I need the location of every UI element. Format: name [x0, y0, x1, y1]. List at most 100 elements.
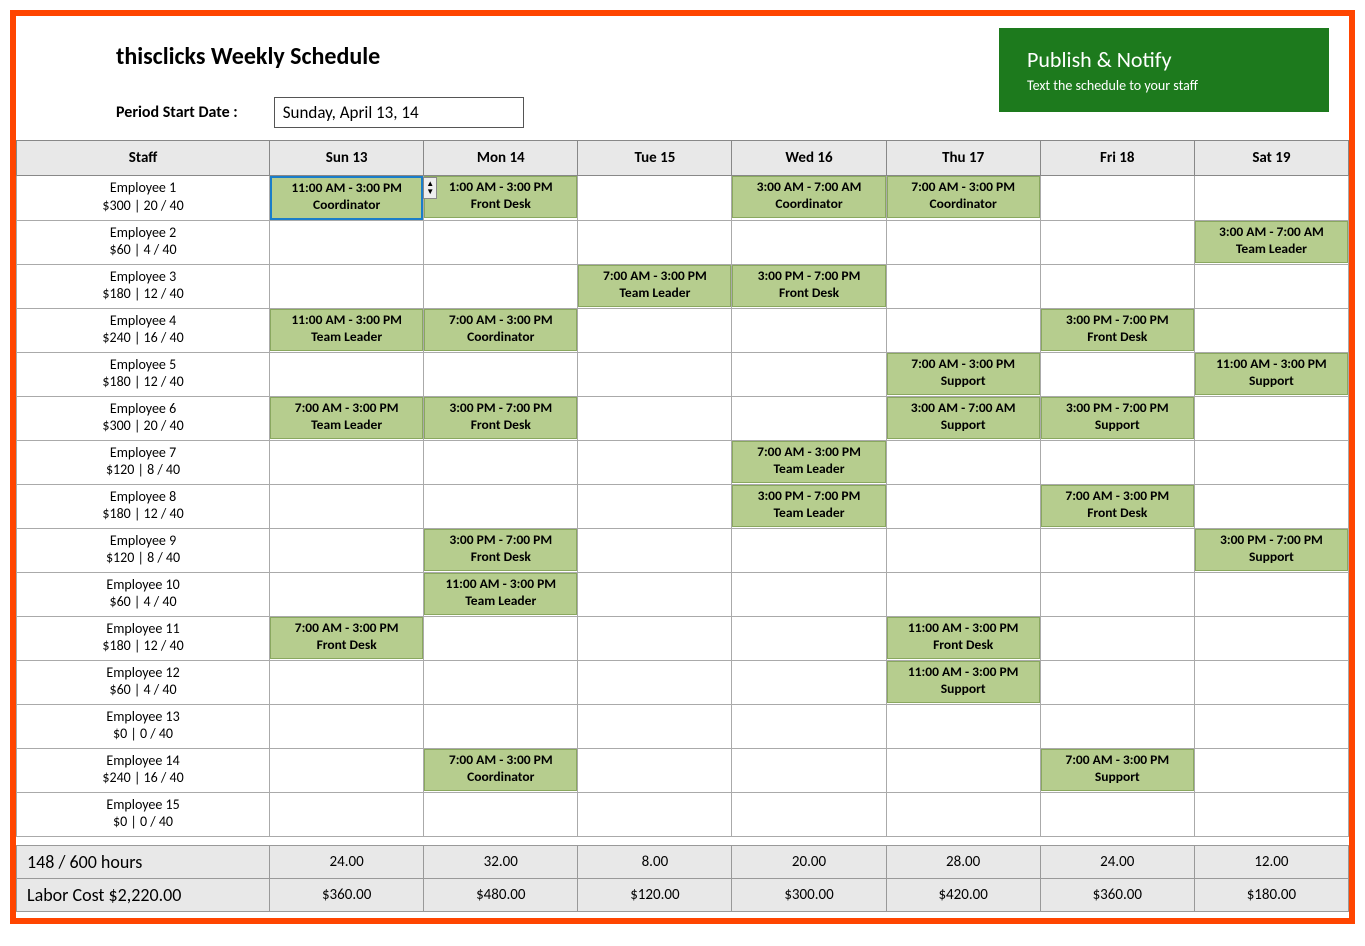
schedule-cell[interactable]	[1040, 572, 1194, 616]
schedule-cell[interactable]: 3:00 PM - 7:00 PMTeam Leader	[732, 484, 886, 528]
schedule-cell[interactable]	[578, 396, 732, 440]
schedule-cell[interactable]: 7:00 AM - 3:00 PMTeam Leader	[732, 440, 886, 484]
schedule-cell[interactable]	[424, 264, 578, 308]
schedule-cell[interactable]	[1040, 528, 1194, 572]
schedule-cell[interactable]	[1194, 264, 1348, 308]
schedule-cell[interactable]	[886, 528, 1040, 572]
schedule-cell[interactable]	[270, 792, 424, 836]
schedule-cell[interactable]	[732, 660, 886, 704]
schedule-cell[interactable]	[578, 484, 732, 528]
schedule-cell[interactable]	[1040, 792, 1194, 836]
shift-block[interactable]: 3:00 PM - 7:00 PMFront Desk	[1041, 309, 1194, 351]
shift-block[interactable]: 3:00 PM - 7:00 PMFront Desk	[732, 265, 885, 307]
schedule-cell[interactable]	[1040, 704, 1194, 748]
shift-block[interactable]: 3:00 PM - 7:00 PMSupport	[1041, 397, 1194, 439]
schedule-cell[interactable]	[424, 660, 578, 704]
schedule-cell[interactable]	[1040, 440, 1194, 484]
shift-block[interactable]: 11:00 AM - 3:00 PMSupport	[1195, 353, 1348, 395]
schedule-cell[interactable]: 3:00 PM - 7:00 PMFront Desk	[424, 528, 578, 572]
schedule-cell[interactable]: 3:00 PM - 7:00 PMFront Desk	[424, 396, 578, 440]
schedule-cell[interactable]	[886, 220, 1040, 264]
schedule-cell[interactable]	[886, 704, 1040, 748]
schedule-cell[interactable]	[578, 352, 732, 396]
schedule-cell[interactable]	[270, 748, 424, 792]
schedule-cell[interactable]	[732, 396, 886, 440]
schedule-cell[interactable]: 3:00 PM - 7:00 PMFront Desk	[732, 264, 886, 308]
schedule-cell[interactable]	[578, 704, 732, 748]
schedule-cell[interactable]: 3:00 AM - 7:00 AMTeam Leader	[1194, 220, 1348, 264]
schedule-cell[interactable]	[1194, 616, 1348, 660]
schedule-cell[interactable]	[1040, 616, 1194, 660]
schedule-cell[interactable]	[270, 440, 424, 484]
schedule-cell[interactable]	[1194, 440, 1348, 484]
shift-block[interactable]: 7:00 AM - 3:00 PMCoordinator	[887, 176, 1040, 218]
schedule-cell[interactable]	[578, 792, 732, 836]
schedule-cell[interactable]	[424, 352, 578, 396]
schedule-cell[interactable]	[424, 792, 578, 836]
schedule-cell[interactable]: 3:00 AM - 7:00 AMCoordinator	[732, 176, 886, 221]
schedule-cell[interactable]	[424, 440, 578, 484]
shift-block[interactable]: 11:00 AM - 3:00 PMSupport	[887, 661, 1040, 703]
schedule-cell[interactable]	[270, 484, 424, 528]
schedule-cell[interactable]	[1040, 352, 1194, 396]
stepper-icon[interactable]: ▲▼	[423, 177, 437, 199]
shift-block[interactable]: 7:00 AM - 3:00 PMFront Desk	[1041, 485, 1194, 527]
schedule-cell[interactable]	[424, 704, 578, 748]
schedule-cell[interactable]: 7:00 AM - 3:00 PMCoordinator	[424, 748, 578, 792]
shift-block[interactable]: 3:00 PM - 7:00 PMFront Desk	[424, 529, 577, 571]
schedule-cell[interactable]	[578, 660, 732, 704]
shift-block[interactable]: 11:00 AM - 3:00 PMFront Desk	[887, 617, 1040, 659]
schedule-cell[interactable]	[732, 704, 886, 748]
schedule-cell[interactable]	[1040, 220, 1194, 264]
schedule-cell[interactable]: 11:00 AM - 3:00 PMTeam Leader	[270, 308, 424, 352]
schedule-cell[interactable]	[578, 572, 732, 616]
shift-block[interactable]: 7:00 AM - 3:00 PMTeam Leader	[270, 397, 423, 439]
schedule-cell[interactable]	[1194, 704, 1348, 748]
schedule-cell[interactable]	[578, 220, 732, 264]
schedule-cell[interactable]	[732, 352, 886, 396]
schedule-cell[interactable]: 7:00 AM - 3:00 PMSupport	[886, 352, 1040, 396]
schedule-cell[interactable]: 7:00 AM - 3:00 PMCoordinator	[886, 176, 1040, 221]
schedule-cell[interactable]	[578, 616, 732, 660]
schedule-cell[interactable]	[578, 308, 732, 352]
schedule-cell[interactable]	[886, 264, 1040, 308]
schedule-cell[interactable]	[270, 352, 424, 396]
schedule-cell[interactable]: 7:00 AM - 3:00 PMFront Desk	[1040, 484, 1194, 528]
schedule-cell[interactable]	[1194, 660, 1348, 704]
shift-block[interactable]: 7:00 AM - 3:00 PMSupport	[887, 353, 1040, 395]
schedule-cell[interactable]	[578, 176, 732, 221]
shift-block[interactable]: 3:00 AM - 7:00 AMTeam Leader	[1195, 221, 1348, 263]
schedule-cell[interactable]	[270, 704, 424, 748]
shift-block[interactable]: 7:00 AM - 3:00 PMTeam Leader	[578, 265, 731, 307]
schedule-cell[interactable]	[1040, 660, 1194, 704]
schedule-cell[interactable]	[424, 484, 578, 528]
schedule-cell[interactable]	[424, 220, 578, 264]
shift-block[interactable]: 3:00 PM - 7:00 PMSupport	[1195, 529, 1348, 571]
schedule-cell[interactable]: 7:00 AM - 3:00 PMSupport	[1040, 748, 1194, 792]
schedule-cell[interactable]	[424, 616, 578, 660]
schedule-cell[interactable]: 1:00 AM - 3:00 PMFront Desk	[424, 176, 578, 221]
schedule-cell[interactable]	[732, 616, 886, 660]
schedule-cell[interactable]	[732, 528, 886, 572]
shift-block[interactable]: 7:00 AM - 3:00 PMTeam Leader	[732, 441, 885, 483]
schedule-cell[interactable]	[578, 748, 732, 792]
schedule-cell[interactable]	[886, 792, 1040, 836]
schedule-cell[interactable]	[1040, 264, 1194, 308]
shift-block[interactable]: 3:00 PM - 7:00 PMFront Desk	[424, 397, 577, 439]
schedule-cell[interactable]	[886, 484, 1040, 528]
schedule-cell[interactable]	[1194, 572, 1348, 616]
schedule-cell[interactable]	[270, 572, 424, 616]
period-start-date-input[interactable]: Sunday, April 13, 14	[274, 97, 524, 128]
schedule-cell[interactable]	[1194, 176, 1348, 221]
schedule-cell[interactable]	[1194, 484, 1348, 528]
schedule-cell[interactable]: 11:00 AM - 3:00 PMSupport	[1194, 352, 1348, 396]
schedule-cell[interactable]	[270, 264, 424, 308]
schedule-cell[interactable]: 3:00 AM - 7:00 AMSupport	[886, 396, 1040, 440]
shift-block[interactable]: 11:00 AM - 3:00 PMTeam Leader	[270, 309, 423, 351]
schedule-cell[interactable]	[732, 572, 886, 616]
schedule-cell[interactable]	[270, 660, 424, 704]
schedule-cell[interactable]	[886, 572, 1040, 616]
schedule-cell[interactable]: 11:00 AM - 3:00 PMFront Desk	[886, 616, 1040, 660]
shift-block[interactable]: 7:00 AM - 3:00 PMSupport	[1041, 749, 1194, 791]
schedule-cell[interactable]: 7:00 AM - 3:00 PMTeam Leader	[578, 264, 732, 308]
